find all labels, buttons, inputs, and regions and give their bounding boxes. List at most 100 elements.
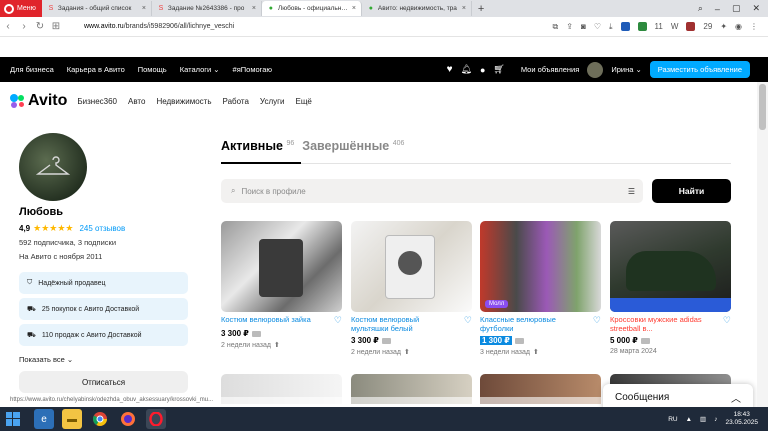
- badge-purchases[interactable]: ⛟ 25 покупок с Авито Доставкой: [19, 298, 188, 320]
- maximize-icon[interactable]: ▢: [732, 3, 741, 14]
- avito-subnav: Avito Бизнес360 Авто Недвижимость Работа…: [0, 86, 768, 116]
- favorite-heart-icon[interactable]: ♡: [593, 315, 601, 333]
- minimize-icon[interactable]: –: [715, 4, 720, 14]
- badge-sales[interactable]: ⛟ 110 продаж с Авито Доставкой: [19, 324, 188, 346]
- chevron-up-icon[interactable]: ︿: [731, 390, 741, 405]
- favorite-heart-icon[interactable]: ♡: [464, 315, 472, 333]
- nav-ya-pomogayu[interactable]: #яПомогаю: [233, 65, 273, 74]
- listing-title[interactable]: Классные велюровые футболки: [480, 315, 585, 333]
- explorer-icon[interactable]: e: [34, 409, 54, 429]
- chrome-icon[interactable]: [90, 409, 110, 429]
- new-tab-button[interactable]: +: [472, 3, 490, 15]
- shield-check-icon: ⛉: [27, 279, 33, 286]
- close-tab-icon[interactable]: ×: [462, 5, 466, 12]
- close-tab-icon[interactable]: ×: [142, 5, 146, 12]
- reviews-link[interactable]: 245 отзывов: [79, 224, 125, 233]
- extension-icon[interactable]: [637, 22, 647, 31]
- copy-icon[interactable]: ⧉: [553, 22, 559, 32]
- nav-catalogs[interactable]: Каталоги ⌄: [180, 65, 220, 74]
- tray-up-icon[interactable]: ▲: [686, 416, 692, 423]
- tab-active[interactable]: Активные 96: [221, 139, 294, 153]
- scrollbar-thumb[interactable]: [759, 84, 766, 130]
- camera-icon[interactable]: ◙: [581, 22, 586, 31]
- listing-card[interactable]: Молл Классные велюровые футболки ♡ 1 300…: [480, 221, 601, 356]
- start-button[interactable]: [0, 407, 26, 431]
- close-tab-icon[interactable]: ×: [352, 5, 356, 12]
- badge-reliable-seller[interactable]: ⛉ Надёжный продавец: [19, 272, 188, 294]
- search-tabs-icon[interactable]: ⌕: [698, 3, 703, 14]
- listing-card[interactable]: Костюм велюровый зайка ♡ 3 300 ₽ 2 недел…: [221, 221, 342, 349]
- favorite-heart-icon[interactable]: ♡: [723, 315, 731, 333]
- more-icon[interactable]: ⋮: [750, 22, 758, 31]
- listing-title[interactable]: Кроссовки мужские adidas streetball в...: [610, 315, 715, 333]
- favorites-heart-icon[interactable]: ♥: [447, 64, 453, 75]
- listing-photo[interactable]: [221, 221, 342, 312]
- tab-completed[interactable]: Завершённые 406: [302, 139, 404, 153]
- messages-label: Сообщения: [615, 391, 670, 403]
- back-icon[interactable]: ‹: [0, 21, 16, 32]
- listing-card[interactable]: Костюм велюровый мультяшки белый ♡ 3 300…: [351, 221, 472, 356]
- folder-icon[interactable]: ▬: [62, 409, 82, 429]
- listing-card[interactable]: Кроссовки мужские adidas streetball в...…: [610, 221, 731, 355]
- tab-favicon-icon: S: [48, 4, 54, 12]
- share-icon[interactable]: ⇪: [566, 22, 573, 31]
- listing-photo[interactable]: [610, 221, 731, 312]
- profile-icon[interactable]: ◉: [735, 22, 742, 31]
- nav-help[interactable]: Помощь: [138, 65, 167, 74]
- avito-logo[interactable]: Avito: [0, 92, 67, 110]
- system-tray: RU ▲ ▥ ♪ 18:43 23.05.2025: [668, 411, 768, 427]
- url-field[interactable]: www.avito.ru/brands/i5982906/all/lichnye…: [84, 23, 553, 30]
- subnav-jobs[interactable]: Работа: [223, 97, 249, 106]
- tabs-grid-icon[interactable]: ⊞: [48, 21, 64, 32]
- subscribers-info[interactable]: 592 подписчика, 3 подписки: [19, 238, 116, 247]
- favorite-heart-icon[interactable]: ♡: [334, 315, 342, 326]
- subnav-business360[interactable]: Бизнес360: [77, 97, 117, 106]
- listing-title[interactable]: Костюм велюровый зайка: [221, 315, 326, 326]
- subnav-more[interactable]: Ещё: [296, 97, 312, 106]
- subnav-realty[interactable]: Недвижимость: [156, 97, 211, 106]
- firefox-icon[interactable]: [118, 409, 138, 429]
- close-window-icon[interactable]: ✕: [752, 3, 760, 14]
- user-menu[interactable]: Ирина ⌄: [611, 65, 641, 74]
- user-avatar[interactable]: [587, 61, 604, 78]
- nav-for-business[interactable]: Для бизнеса: [10, 65, 54, 74]
- address-bar: ‹ › ↻ ⊞ www.avito.ru/brands/i5982906/all…: [0, 17, 768, 37]
- listing-title[interactable]: Костюм велюровый мультяшки белый: [351, 315, 456, 333]
- browser-tab[interactable]: S Задание №2643386 - про ×: [152, 1, 262, 16]
- profile-search-field[interactable]: ⌕ Поиск в профиле ☰: [221, 179, 643, 203]
- opera-taskbar-icon[interactable]: [146, 409, 166, 429]
- tab-completed-label: Завершённые: [302, 139, 390, 153]
- cart-icon[interactable]: 🛒︎: [493, 64, 504, 75]
- my-ads-link[interactable]: Мои объявления: [521, 65, 580, 74]
- unsubscribe-button[interactable]: Отписаться: [19, 371, 188, 393]
- scrollbar[interactable]: [757, 82, 768, 407]
- forward-icon[interactable]: ›: [16, 21, 32, 32]
- network-icon[interactable]: ▥: [700, 415, 706, 423]
- volume-icon[interactable]: ♪: [714, 416, 717, 423]
- w-extension-icon[interactable]: W: [671, 22, 679, 31]
- browser-tab[interactable]: ● Авито: недвижимость, тра ×: [362, 1, 472, 16]
- opera-menu-button[interactable]: Меню: [0, 0, 42, 17]
- subnav-services[interactable]: Услуги: [260, 97, 285, 106]
- wb-extension-icon[interactable]: [620, 22, 630, 31]
- filter-icon[interactable]: ☰: [628, 187, 635, 196]
- listing-photo[interactable]: Молл: [480, 221, 601, 312]
- notifications-bell-icon[interactable]: 🔔︎: [461, 64, 472, 75]
- keyboard-language[interactable]: RU: [668, 416, 677, 423]
- download-icon[interactable]: ⤓: [609, 22, 613, 32]
- find-button[interactable]: Найти: [652, 179, 731, 203]
- extension-icon[interactable]: [686, 22, 696, 31]
- browser-tab-active[interactable]: ● Любовь - официальная с ×: [261, 1, 362, 16]
- subnav-auto[interactable]: Авто: [128, 97, 145, 106]
- listing-photo[interactable]: [351, 221, 472, 312]
- puzzle-icon[interactable]: ✦: [720, 22, 727, 31]
- close-tab-icon[interactable]: ×: [252, 5, 256, 12]
- browser-tab[interactable]: S Задания - общий список ×: [42, 1, 152, 16]
- place-ad-button[interactable]: Разместить объявление: [649, 61, 750, 78]
- messages-icon[interactable]: ●: [480, 65, 485, 75]
- show-all-link[interactable]: Показать все ⌄: [19, 355, 73, 364]
- nav-career[interactable]: Карьера в Авито: [67, 65, 125, 74]
- clock[interactable]: 18:43 23.05.2025: [725, 411, 758, 427]
- reload-icon[interactable]: ↻: [32, 21, 48, 32]
- heart-icon[interactable]: ♡: [594, 22, 601, 31]
